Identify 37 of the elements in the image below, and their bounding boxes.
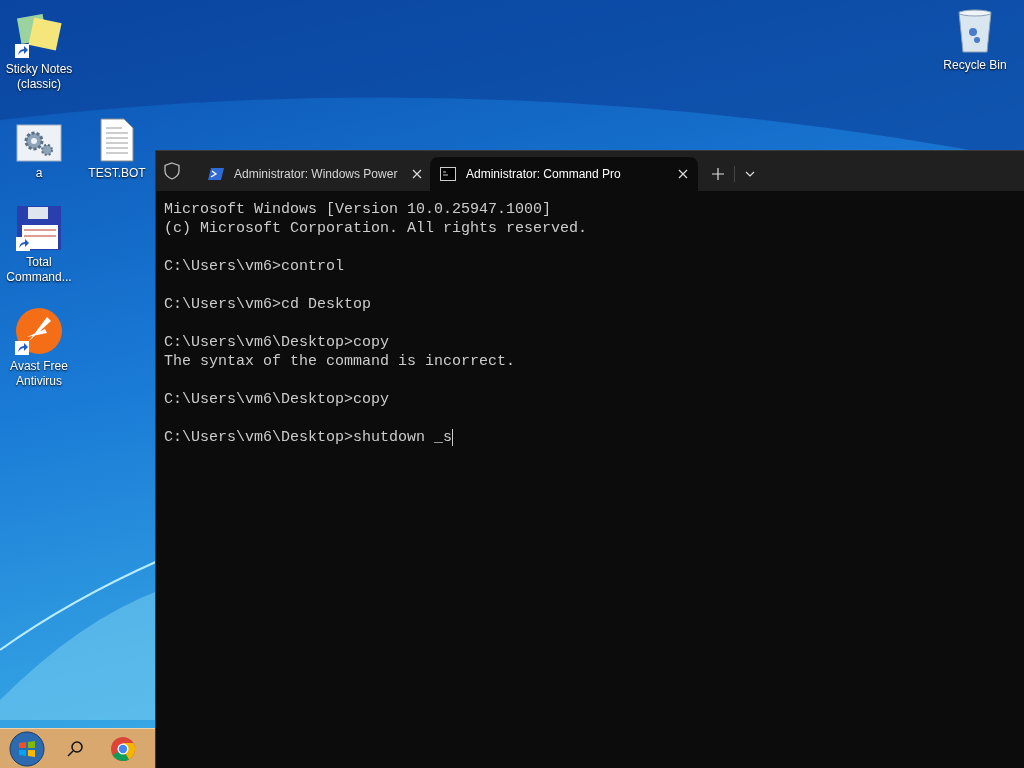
console-line: C:\Users\vm6>cd Desktop <box>164 295 372 314</box>
close-icon[interactable] <box>412 169 422 179</box>
console-line: (c) Microsoft Corporation. All rights reserved. <box>164 219 588 238</box>
console-line: C:\Users\vm6\Desktop>copy <box>164 390 390 409</box>
desktop-icon-label[interactable]: Recycle Bin <box>943 58 1007 73</box>
shortcut-arrow-icon <box>15 44 29 58</box>
close-icon[interactable] <box>678 169 688 179</box>
desktop-icon-label[interactable]: Total Command... <box>0 255 78 285</box>
tab-title: Administrator: Windows Power <box>234 166 399 183</box>
console-line: Microsoft Windows [Version 10.0.25947.1000] <box>164 200 552 219</box>
chrome-icon <box>110 735 136 762</box>
new-tab-icon[interactable] <box>712 168 724 180</box>
console-line: The syntax of the command is incorrect. <box>164 352 516 371</box>
tab-title: Administrator: Command Pro <box>466 166 622 183</box>
dropdown-chevron-icon[interactable] <box>745 171 755 177</box>
text-cursor <box>452 429 454 446</box>
gears-window-icon <box>16 124 62 162</box>
desktop-icon-label[interactable]: Avast Free Antivirus <box>0 359 78 389</box>
console-line: C:\Users\vm6\Desktop>copy <box>164 333 390 352</box>
powershell-icon <box>208 167 224 181</box>
terminal-tab[interactable]: Administrator: Windows Power <box>198 157 430 191</box>
shortcut-arrow-icon <box>16 237 30 251</box>
search-icon <box>66 739 84 758</box>
desktop-icon-label[interactable]: a <box>35 166 43 181</box>
desktop-icon-label[interactable]: Sticky Notes (classic) <box>0 62 78 92</box>
start-button[interactable] <box>8 729 46 768</box>
desktop-icon-label[interactable]: TEST.BOT <box>88 166 146 181</box>
console-line: C:\Users\vm6\Desktop>shutdown _s <box>164 428 453 447</box>
document-icon <box>100 118 134 162</box>
shortcut-arrow-icon <box>15 341 29 355</box>
recycle-bin-icon <box>957 8 993 54</box>
avast-icon <box>15 307 63 355</box>
console-line: C:\Users\vm6>control <box>164 257 345 276</box>
command-prompt-icon <box>440 167 456 181</box>
windows-orb-icon <box>9 730 45 767</box>
terminal-tab[interactable]: Administrator: Command Pro <box>430 157 698 191</box>
shield-icon <box>164 162 180 180</box>
